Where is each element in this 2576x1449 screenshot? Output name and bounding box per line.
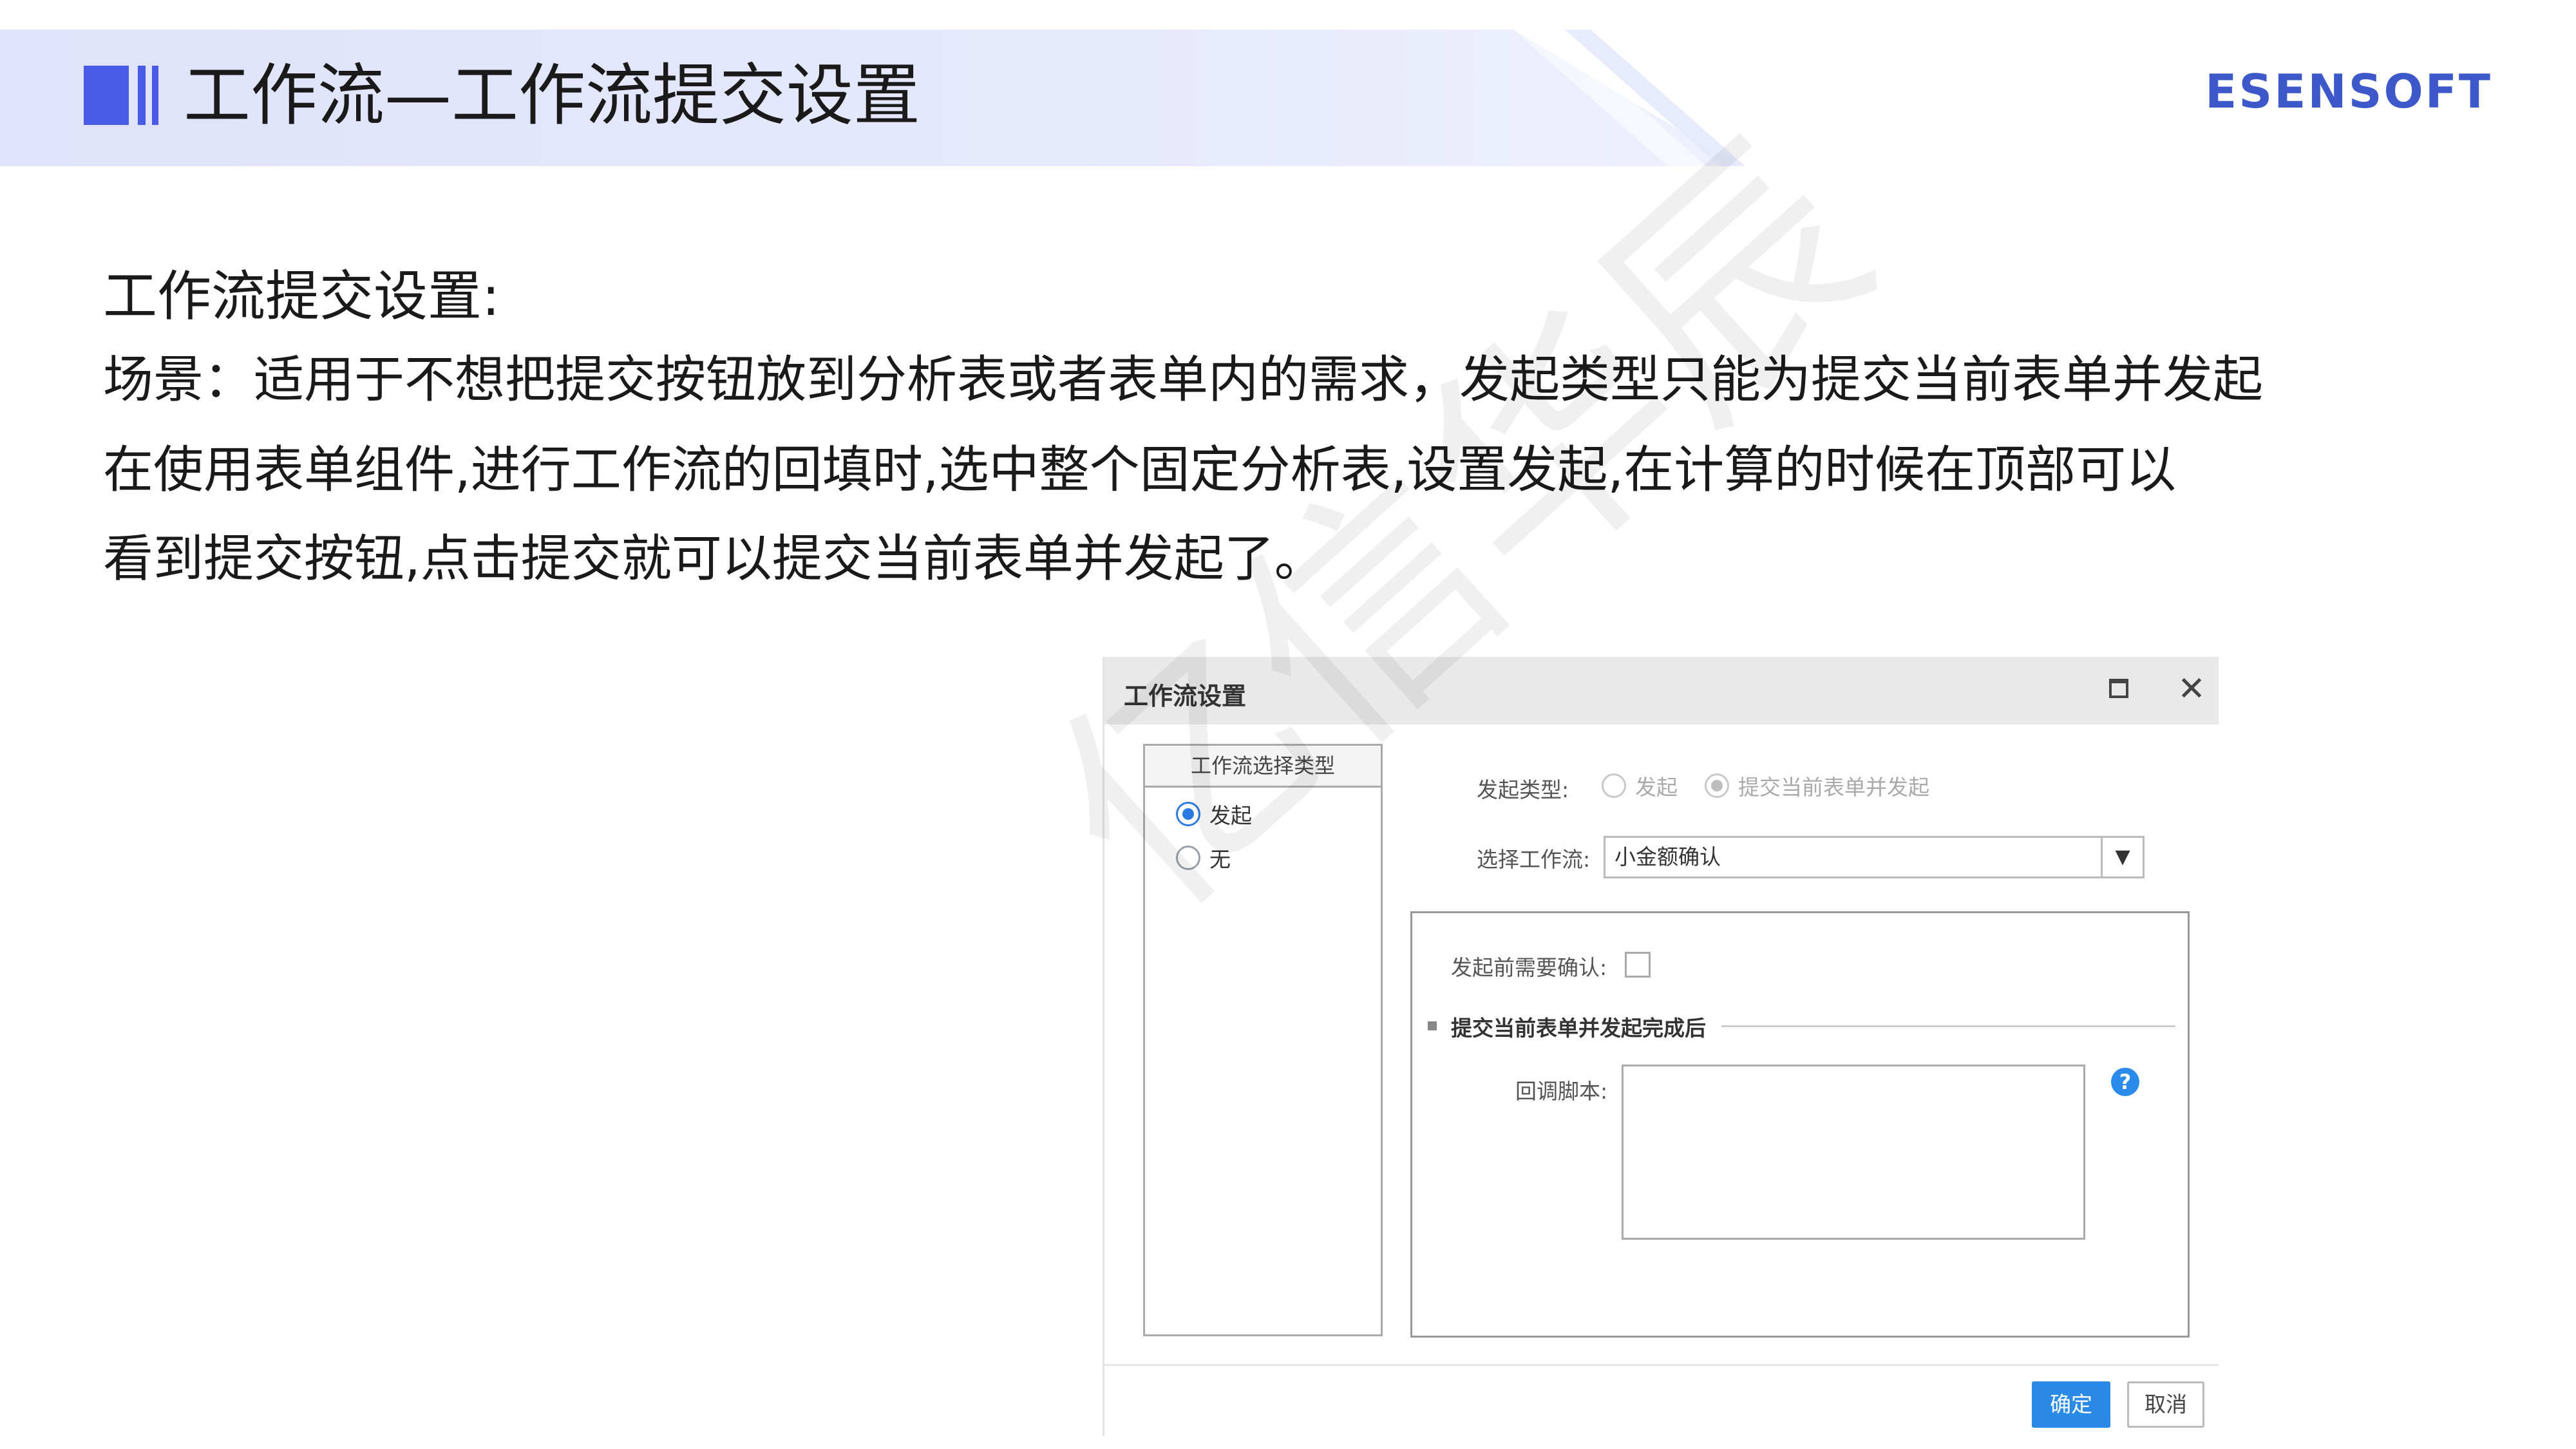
radio-button[interactable] [1705, 773, 1729, 798]
radio-option-launch[interactable]: 发起 [1176, 799, 1252, 829]
section-marker-icon [1428, 1021, 1437, 1030]
title-bars-icon [84, 66, 161, 125]
launch-type-option-submit[interactable]: 提交当前表单并发起 [1705, 770, 1929, 801]
radio-label: 提交当前表单并发起 [1738, 775, 1929, 800]
radio-label: 发起 [1209, 803, 1252, 828]
workflow-settings-dialog: 工作流设置 ✕ 工作流选择类型 发起 无 发起类型: 发起 提交当前表单并发起 … [1103, 657, 2219, 1436]
radio-label: 发起 [1635, 775, 1678, 800]
radio-option-none[interactable]: 无 [1176, 842, 1231, 873]
radio-button[interactable] [1176, 802, 1200, 826]
description-line: 看到提交按钮,点击提交就可以提交当前表单并发起了。 [103, 530, 1325, 588]
dialog-titlebar: 工作流设置 ✕ [1104, 657, 2219, 724]
workflow-select-value: 小金额确认 [1615, 844, 1721, 869]
description-line: 在使用表单组件,进行工作流的回填时,选中整个固定分析表,设置发起,在计算的时候在… [103, 441, 2177, 499]
confirm-button[interactable]: 确定 [2032, 1381, 2110, 1428]
launch-type-option-launch[interactable]: 发起 [1602, 770, 1678, 801]
maximize-icon[interactable] [2109, 679, 2128, 698]
cancel-button[interactable]: 取消 [2127, 1381, 2204, 1428]
callback-script-textarea[interactable] [1622, 1065, 2085, 1240]
callback-script-label: 回调脚本: [1515, 1079, 1608, 1104]
confirm-before-launch-checkbox[interactable] [1625, 952, 1651, 978]
launch-type-label: 发起类型: [1477, 777, 1569, 802]
page-title: 工作流—工作流提交设置 [184, 56, 921, 135]
workflow-type-header: 工作流选择类型 [1145, 746, 1381, 788]
workflow-type-panel: 工作流选择类型 发起 无 [1143, 744, 1383, 1336]
help-icon[interactable]: ? [2111, 1068, 2139, 1096]
section-divider [1721, 1025, 2175, 1027]
launch-settings-panel: 发起前需要确认: 提交当前表单并发起完成后 回调脚本: ? [1410, 911, 2190, 1338]
dropdown-arrow-icon[interactable]: ▼ [2101, 838, 2143, 876]
section-heading: 提交当前表单并发起完成后 [1451, 1016, 1706, 1041]
brand-logo: ESENSOFT [2205, 64, 2492, 118]
radio-button[interactable] [1176, 846, 1200, 870]
section-title: 工作流提交设置: [103, 265, 500, 328]
confirm-before-launch-label: 发起前需要确认: [1451, 955, 1607, 980]
description-line: 场景：适用于不想把提交按钮放到分析表或者表单内的需求，发起类型只能为提交当前表单… [103, 351, 2264, 409]
dialog-title: 工作流设置 [1124, 682, 1247, 710]
workflow-select[interactable]: 小金额确认 ▼ [1604, 836, 2145, 878]
footer-divider [1104, 1364, 2219, 1366]
radio-label: 无 [1209, 847, 1231, 872]
select-workflow-label: 选择工作流: [1477, 847, 1591, 872]
radio-button[interactable] [1602, 773, 1626, 798]
close-icon[interactable]: ✕ [2174, 671, 2210, 707]
